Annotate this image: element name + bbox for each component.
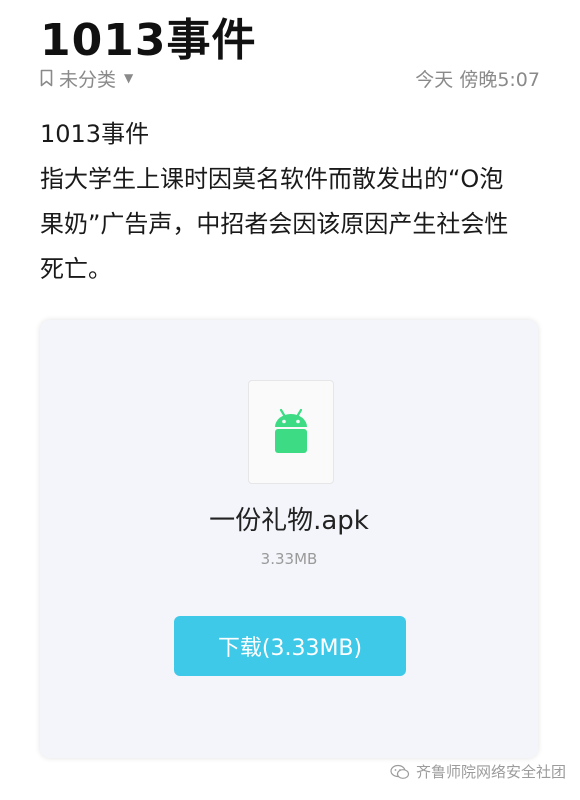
category-selector[interactable]: 未分类 ▼ <box>40 65 133 92</box>
file-name: 一份礼物.apk <box>209 506 369 536</box>
file-attachment-card[interactable]: 一份礼物.apk 3.33MB 下载(3.33MB) <box>40 320 538 758</box>
watermark: 齐鲁师院网络安全社团 <box>390 761 566 782</box>
note-timestamp: 今天 傍晚5:07 <box>415 68 540 91</box>
body-line: 1013事件 <box>40 120 150 148</box>
bookmark-icon <box>40 69 53 87</box>
wechat-icon <box>390 764 410 779</box>
download-button[interactable]: 下载(3.33MB) <box>174 616 406 676</box>
body-line: 指大学生上课时因莫名软件而散发出的“O泡 <box>40 165 504 193</box>
body-line: 死亡。 <box>40 255 112 283</box>
apk-file-thumbnail[interactable] <box>248 380 334 484</box>
android-icon <box>275 408 307 453</box>
note-title: 1013事件 <box>40 15 257 66</box>
caret-down-icon: ▼ <box>124 71 134 85</box>
note-meta-row: 未分类 ▼ 今天 傍晚5:07 <box>40 64 540 92</box>
file-size: 3.33MB <box>260 550 318 568</box>
category-label: 未分类 <box>59 68 117 91</box>
watermark-text: 齐鲁师院网络安全社团 <box>415 763 566 781</box>
body-line: 果奶”广告声，中招者会因该原因产生社会性 <box>40 210 509 238</box>
note-body: 1013事件 指大学生上课时因莫名软件而散发出的“O泡 果奶”广告声，中招者会因… <box>40 112 540 292</box>
